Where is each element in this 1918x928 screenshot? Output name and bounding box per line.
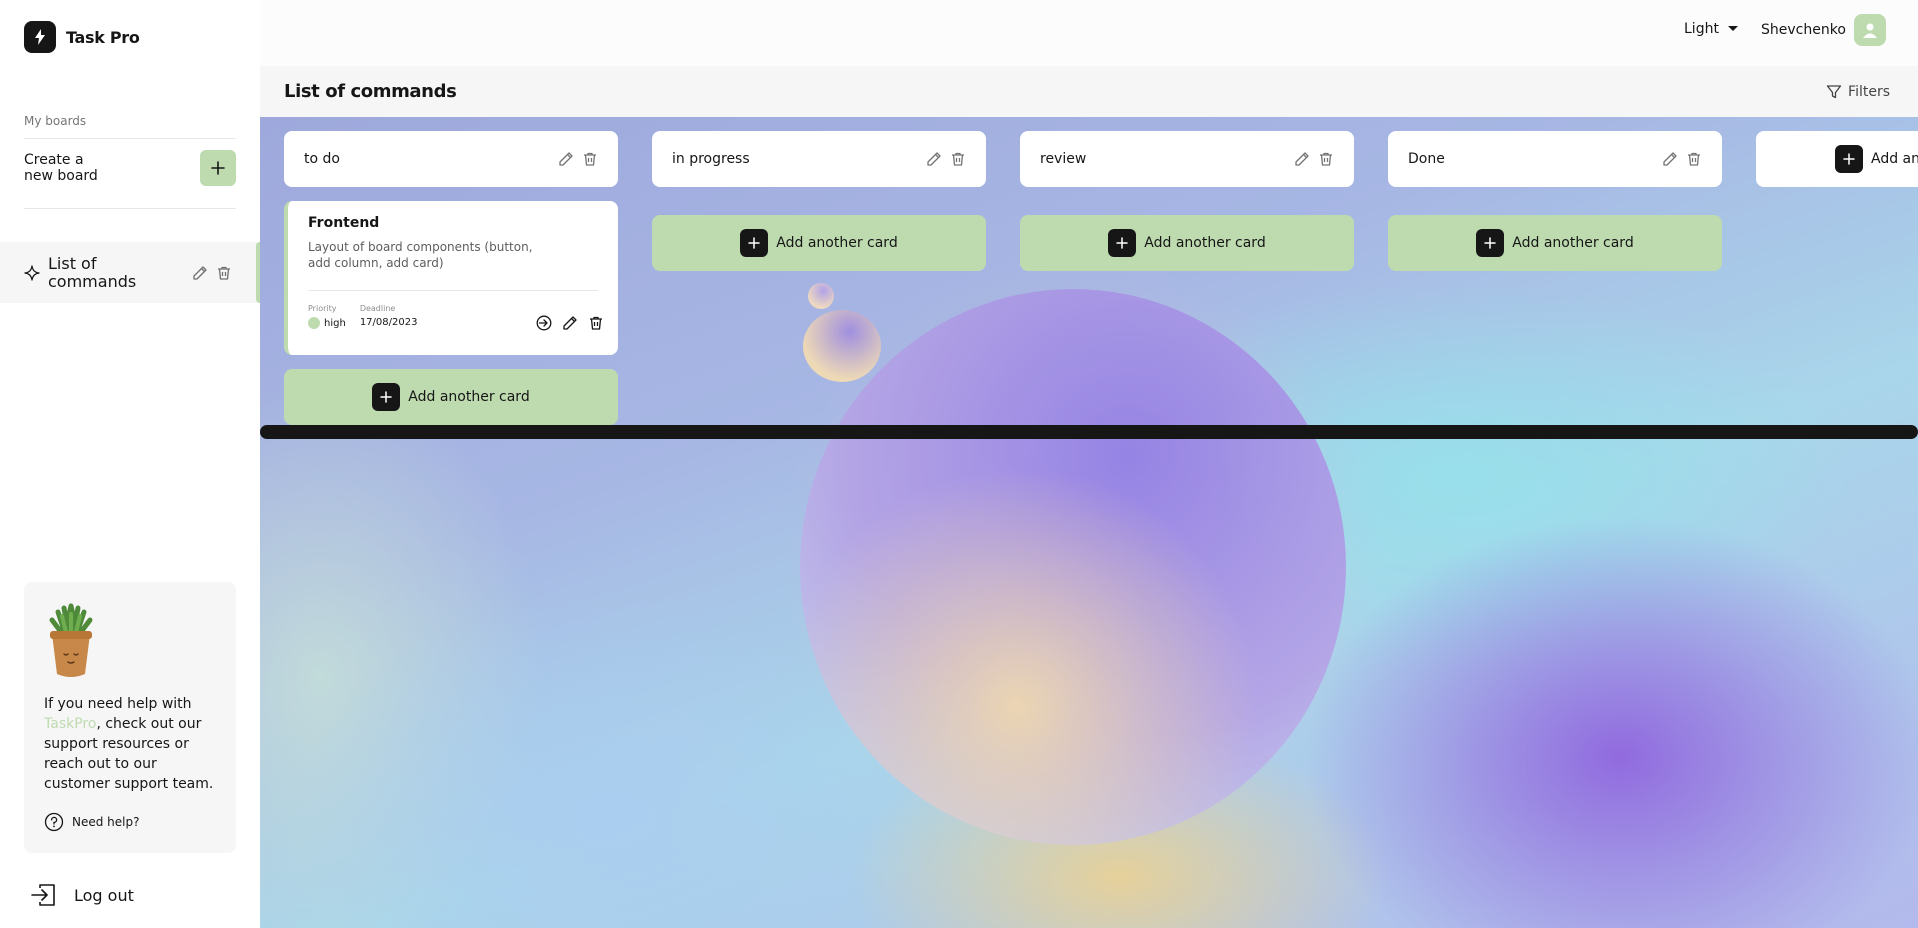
add-card-button[interactable]: Add another card	[1020, 215, 1354, 271]
logout-label: Log out	[74, 885, 134, 905]
sparkle-icon	[24, 264, 40, 281]
my-boards-label: My boards	[24, 114, 87, 128]
lightning-icon	[24, 21, 56, 53]
add-card-label: Add another card	[1512, 235, 1634, 251]
trash-icon[interactable]	[1318, 151, 1334, 167]
sidebar: Task Pro My boards Create a new board Li…	[0, 0, 260, 928]
priority-block: Priority high	[308, 304, 346, 329]
add-card-label: Add another card	[776, 235, 898, 251]
create-board-row: Create a new board	[24, 150, 236, 186]
filter-icon	[1826, 84, 1842, 100]
deadline-label: Deadline	[359, 304, 396, 313]
plus-icon	[372, 383, 401, 411]
user-icon	[1862, 23, 1877, 38]
add-card-button[interactable]: Add another card	[652, 215, 986, 271]
priority-dot	[308, 317, 320, 329]
pencil-icon[interactable]	[926, 151, 942, 167]
trash-icon[interactable]	[582, 151, 598, 167]
add-column-clip: Add another column	[1756, 131, 1918, 187]
deadline-value: 17/08/2023	[359, 317, 418, 328]
divider	[308, 290, 598, 291]
logout-button[interactable]: Log out	[28, 879, 134, 911]
need-help-button[interactable]: Need help?	[44, 812, 216, 832]
user-name: Shevchenko	[1761, 22, 1846, 38]
column-done: Done Add another card	[1388, 131, 1722, 271]
help-text: If you need help with TaskPro, check out…	[44, 696, 214, 792]
background-sphere	[800, 289, 1346, 845]
sidebar-item-label: List of commands	[48, 253, 137, 291]
priority-value: high	[324, 317, 346, 329]
app-logo[interactable]: Task Pro	[24, 21, 140, 53]
theme-label: Light	[1684, 21, 1719, 37]
create-board-label: Create a new board	[24, 152, 98, 184]
add-card-button[interactable]: Add another card	[1388, 215, 1722, 271]
horizontal-scrollbar[interactable]	[260, 425, 1918, 439]
column-header: Done	[1388, 131, 1722, 187]
move-card-icon[interactable]	[536, 315, 552, 331]
background-bubble	[803, 310, 881, 382]
trash-icon[interactable]	[950, 151, 966, 167]
column-header: to do	[284, 131, 618, 187]
column-to-do: to do Frontend Layout of board component…	[284, 131, 618, 425]
background-bubble	[808, 283, 834, 309]
help-box: If you need help with TaskPro, check out…	[24, 582, 236, 853]
divider	[24, 138, 236, 139]
logout-icon	[28, 879, 60, 911]
card-title: Frontend	[308, 215, 380, 231]
column-title: to do	[304, 151, 340, 167]
divider	[24, 208, 236, 209]
page-title: List of commands	[284, 81, 457, 102]
pencil-icon[interactable]	[562, 315, 578, 331]
plus-icon	[740, 229, 769, 257]
column-header: review	[1020, 131, 1354, 187]
trash-icon[interactable]	[216, 265, 232, 281]
top-header	[260, 0, 1918, 66]
column-review: review Add another card	[1020, 131, 1354, 271]
pencil-icon[interactable]	[1294, 151, 1310, 167]
pencil-icon[interactable]	[1662, 151, 1678, 167]
sidebar-item-list-of-commands[interactable]: List of commands	[0, 242, 260, 303]
add-card-button[interactable]: Add another card	[284, 369, 618, 425]
add-column-label: Add another column	[1871, 151, 1918, 167]
add-column-button[interactable]: Add another column	[1756, 131, 1918, 187]
add-card-label: Add another card	[1144, 235, 1266, 251]
chevron-down-icon	[1725, 21, 1741, 37]
pencil-icon[interactable]	[192, 265, 208, 281]
avatar[interactable]	[1853, 14, 1886, 46]
deadline-block: Deadline 17/08/2023	[360, 304, 418, 329]
theme-selector[interactable]: Light	[1684, 21, 1741, 37]
board-header: List of commands Filters	[260, 66, 1918, 117]
plus-icon	[211, 161, 225, 175]
plus-icon	[1108, 229, 1137, 257]
column-title: Done	[1408, 151, 1445, 167]
taskpro-link[interactable]: TaskPro	[44, 716, 96, 732]
column-title: review	[1040, 151, 1087, 167]
add-card-label: Add another card	[408, 389, 530, 405]
column-header: in progress	[652, 131, 986, 187]
filters-button[interactable]: Filters	[1826, 84, 1890, 100]
cactus-illustration	[44, 602, 98, 680]
task-card[interactable]: Frontend Layout of board components (but…	[284, 201, 618, 355]
plus-icon	[1835, 145, 1863, 173]
pencil-icon[interactable]	[558, 151, 574, 167]
trash-icon[interactable]	[588, 315, 604, 331]
filters-label: Filters	[1848, 84, 1890, 100]
user-info[interactable]: Shevchenko	[1761, 14, 1886, 46]
trash-icon[interactable]	[1686, 151, 1702, 167]
plus-icon	[1476, 229, 1505, 257]
create-board-button[interactable]	[200, 150, 236, 186]
column-in-progress: in progress Add another card	[652, 131, 986, 271]
priority-label: Priority	[308, 304, 337, 313]
app-name: Task Pro	[66, 27, 140, 47]
card-description: Layout of board components (button, add …	[308, 240, 533, 270]
column-title: in progress	[672, 151, 750, 167]
help-circle-icon	[44, 812, 64, 832]
need-help-label: Need help?	[72, 815, 140, 829]
